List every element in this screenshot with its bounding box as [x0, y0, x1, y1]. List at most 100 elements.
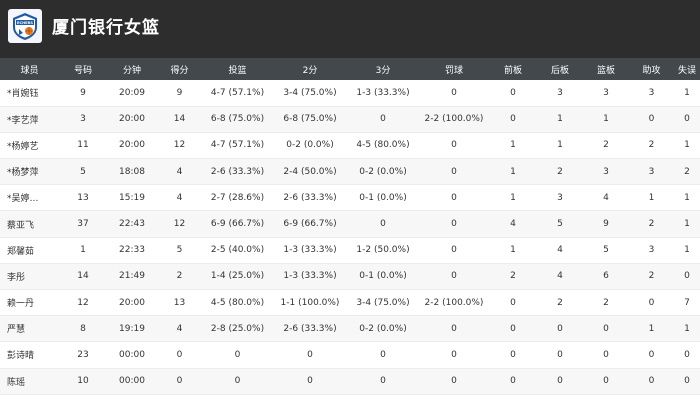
- stat-cell: 3: [557, 192, 563, 203]
- table-row: 郑馨茹 1 22:33 5 2-5 (40.0%) 1-3 (33.3%) 1-2 (50.…: [0, 237, 700, 264]
- stat-cell: 0: [510, 323, 516, 334]
- player-name[interactable]: 彭诗晴: [0, 342, 59, 368]
- team-badge-icon-svg: ECHERS: [13, 13, 37, 40]
- player-name[interactable]: 赖一丹: [0, 290, 59, 316]
- stat-cell: 13: [77, 192, 89, 203]
- stat-cell: 1: [510, 166, 516, 177]
- player-name[interactable]: *杨婷艺: [0, 132, 59, 158]
- stat-cell: 0: [451, 349, 457, 360]
- stat-cell: 1: [510, 245, 516, 256]
- team-badge-icon: ECHERS: [8, 9, 42, 43]
- stat-cell: 0: [684, 271, 690, 282]
- stat-cell: 0: [307, 349, 313, 360]
- stat-cell: 22:43: [119, 219, 145, 230]
- table-row: 彭诗晴 23 00:00 0 0 0 0 0 0 0 0 0 0: [0, 342, 700, 369]
- stat-cell: 4: [603, 192, 609, 203]
- stat-cell: 2: [510, 271, 516, 282]
- player-name[interactable]: *肖婉钰: [0, 80, 59, 106]
- stat-cell: 4: [176, 323, 183, 334]
- column-header-points[interactable]: 得分: [157, 58, 202, 80]
- stat-cell: 6: [603, 271, 609, 282]
- stat-cell: 4: [176, 166, 183, 177]
- stat-cell: 19:19: [119, 323, 145, 334]
- column-header-number[interactable]: 号码: [59, 58, 107, 80]
- stat-cell: 1-3 (33.3%): [283, 271, 337, 282]
- stat-cell: 5: [176, 245, 183, 256]
- stat-cell: 1: [684, 140, 690, 151]
- stat-cell: 1: [510, 140, 516, 151]
- table-row: *杨婷艺 11 20:00 12 4-7 (57.1%) 0-2 (0.0%) 4-5 (8…: [0, 132, 700, 159]
- stat-cell: 2: [648, 271, 655, 282]
- stat-cell: 4-7 (57.1%): [210, 140, 265, 151]
- stat-cell: 0: [451, 166, 457, 177]
- stat-cell: 0: [510, 87, 516, 98]
- stat-cell: 0: [603, 323, 609, 334]
- stat-cell: 0: [510, 297, 516, 308]
- stat-cell: 3: [80, 114, 86, 125]
- column-header-ft[interactable]: 罚球: [419, 58, 489, 80]
- column-header-oreb[interactable]: 前板: [489, 58, 537, 80]
- stat-cell: 0-1 (0.0%): [359, 271, 407, 282]
- player-name[interactable]: 郑馨茹: [0, 237, 59, 263]
- stat-cell: 0-2 (0.0%): [359, 166, 407, 177]
- stat-cell: 0: [451, 376, 457, 387]
- stat-cell: 0: [648, 376, 655, 387]
- stat-cell: 2: [557, 297, 563, 308]
- stat-cell: 3-4 (75.0%): [356, 297, 410, 308]
- stat-cell: 18:08: [119, 166, 145, 177]
- stat-cell: 3: [648, 245, 655, 256]
- stat-cell: 11: [77, 140, 89, 151]
- stat-cell: 2: [648, 219, 655, 230]
- stat-cell: 1: [684, 87, 690, 98]
- table-header-row: 球员 号码 分钟 得分 投篮 2分 3分 罚球 前板 后板 篮板 助攻 失误: [0, 58, 700, 80]
- stat-cell: 1: [603, 114, 609, 125]
- column-header-fg[interactable]: 投篮: [202, 58, 273, 80]
- player-name[interactable]: *杨梦萍: [0, 159, 59, 185]
- stat-cell: 3: [603, 166, 609, 177]
- stat-cell: 4-7 (57.1%): [210, 87, 265, 98]
- svg-text:ECHERS: ECHERS: [17, 21, 33, 25]
- stat-cell: 5: [80, 166, 86, 177]
- stat-cell: 0: [603, 349, 609, 360]
- stat-cell: 0: [684, 114, 690, 125]
- player-name[interactable]: 李彤: [0, 263, 59, 289]
- stat-cell: 0: [451, 323, 457, 334]
- player-name[interactable]: 蔡亚飞: [0, 211, 59, 237]
- stat-cell: 1-1 (100.0%): [280, 297, 340, 308]
- player-name[interactable]: 陈瑶: [0, 368, 59, 394]
- stat-cell: 1-2 (50.0%): [356, 245, 410, 256]
- column-header-2pt[interactable]: 2分: [273, 58, 347, 80]
- player-name[interactable]: *吴婷…: [0, 185, 59, 211]
- column-header-3pt[interactable]: 3分: [347, 58, 419, 80]
- stat-cell: 00:00: [119, 349, 145, 360]
- column-header-reb[interactable]: 篮板: [583, 58, 629, 80]
- stat-cell: 0: [451, 192, 457, 203]
- player-name[interactable]: *李艺萍: [0, 106, 59, 132]
- stat-cell: 9: [176, 87, 183, 98]
- table-row: *李艺萍 3 20:00 14 6-8 (75.0%) 6-8 (75.0%) 0 2-2 (…: [0, 106, 700, 133]
- player-name[interactable]: 严慧: [0, 316, 59, 342]
- stat-cell: 0: [380, 219, 386, 230]
- stat-cell: 5: [557, 219, 563, 230]
- stat-cell: 13: [173, 297, 186, 308]
- stat-cell: 1-3 (33.3%): [356, 87, 410, 98]
- column-header-dreb[interactable]: 后板: [537, 58, 583, 80]
- stat-cell: 0: [648, 297, 655, 308]
- stat-cell: 1: [510, 192, 516, 203]
- stat-cell: 0: [557, 376, 563, 387]
- column-header-player[interactable]: 球员: [0, 58, 59, 80]
- table-row: *肖婉钰 9 20:09 9 4-7 (57.1%) 3-4 (75.0%) 1-3 (33…: [0, 80, 700, 107]
- stat-cell: 3: [557, 87, 563, 98]
- stat-cell: 12: [77, 297, 89, 308]
- stat-cell: 4: [510, 219, 516, 230]
- stat-cell: 0: [380, 349, 386, 360]
- column-header-minutes[interactable]: 分钟: [107, 58, 157, 80]
- column-header-tov[interactable]: 失误: [674, 58, 700, 80]
- stat-cell: 22:33: [119, 245, 145, 256]
- stat-cell: 9: [603, 219, 609, 230]
- stat-cell: 20:00: [119, 140, 145, 151]
- stat-cell: 2-2 (100.0%): [424, 114, 484, 125]
- column-header-ast[interactable]: 助攻: [629, 58, 674, 80]
- stat-cell: 2-5 (40.0%): [210, 245, 265, 256]
- stat-cell: 0: [451, 140, 457, 151]
